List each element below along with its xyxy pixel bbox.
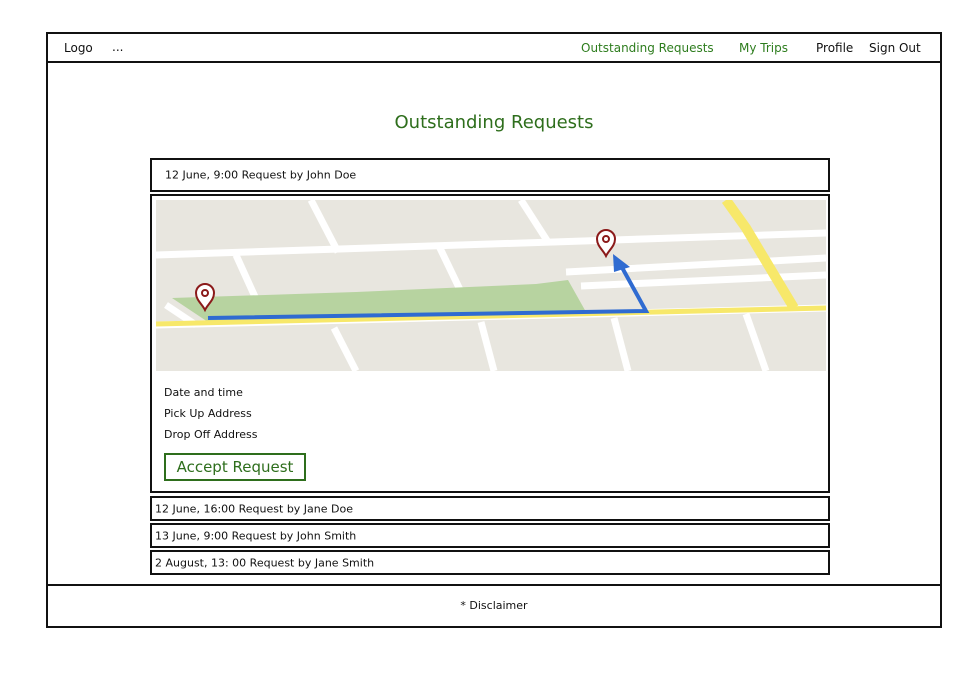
- dropoff-address-label: Drop Off Address: [164, 428, 258, 441]
- logo: Logo: [64, 41, 93, 55]
- request-row[interactable]: 12 June, 16:00 Request by Jane Doe: [150, 496, 830, 521]
- request-row[interactable]: 13 June, 9:00 Request by John Smith: [150, 523, 830, 548]
- route-map[interactable]: [156, 200, 826, 371]
- request-row[interactable]: 2 August, 13: 00 Request by Jane Smith: [150, 550, 830, 575]
- logo-ellipsis: ...: [112, 40, 124, 54]
- accept-request-button[interactable]: Accept Request: [164, 453, 306, 481]
- request-row-expanded[interactable]: 12 June, 9:00 Request by John Doe: [150, 158, 830, 192]
- app-window: Logo ... Outstanding Requests My Trips P…: [46, 32, 942, 628]
- request-row-label: 2 August, 13: 00 Request by Jane Smith: [155, 556, 375, 569]
- top-navbar: Logo ... Outstanding Requests My Trips P…: [48, 34, 940, 63]
- date-time-label: Date and time: [164, 386, 243, 399]
- nav-my-trips[interactable]: My Trips: [739, 41, 788, 55]
- map-background: [156, 200, 826, 371]
- page-title: Outstanding Requests: [394, 112, 594, 133]
- nav-outstanding-requests[interactable]: Outstanding Requests: [581, 41, 714, 55]
- request-row-label: 12 June, 16:00 Request by Jane Doe: [155, 502, 353, 515]
- pickup-address-label: Pick Up Address: [164, 407, 252, 420]
- footer: * Disclaimer: [48, 584, 940, 626]
- request-row-label: 13 June, 9:00 Request by John Smith: [155, 529, 357, 542]
- nav-sign-out[interactable]: Sign Out: [869, 41, 921, 55]
- request-detail-panel: Date and time Pick Up Address Drop Off A…: [150, 194, 830, 493]
- nav-profile[interactable]: Profile: [816, 41, 853, 55]
- request-row-label: 12 June, 9:00 Request by John Doe: [165, 168, 357, 182]
- disclaimer-link[interactable]: * Disclaimer: [460, 599, 527, 612]
